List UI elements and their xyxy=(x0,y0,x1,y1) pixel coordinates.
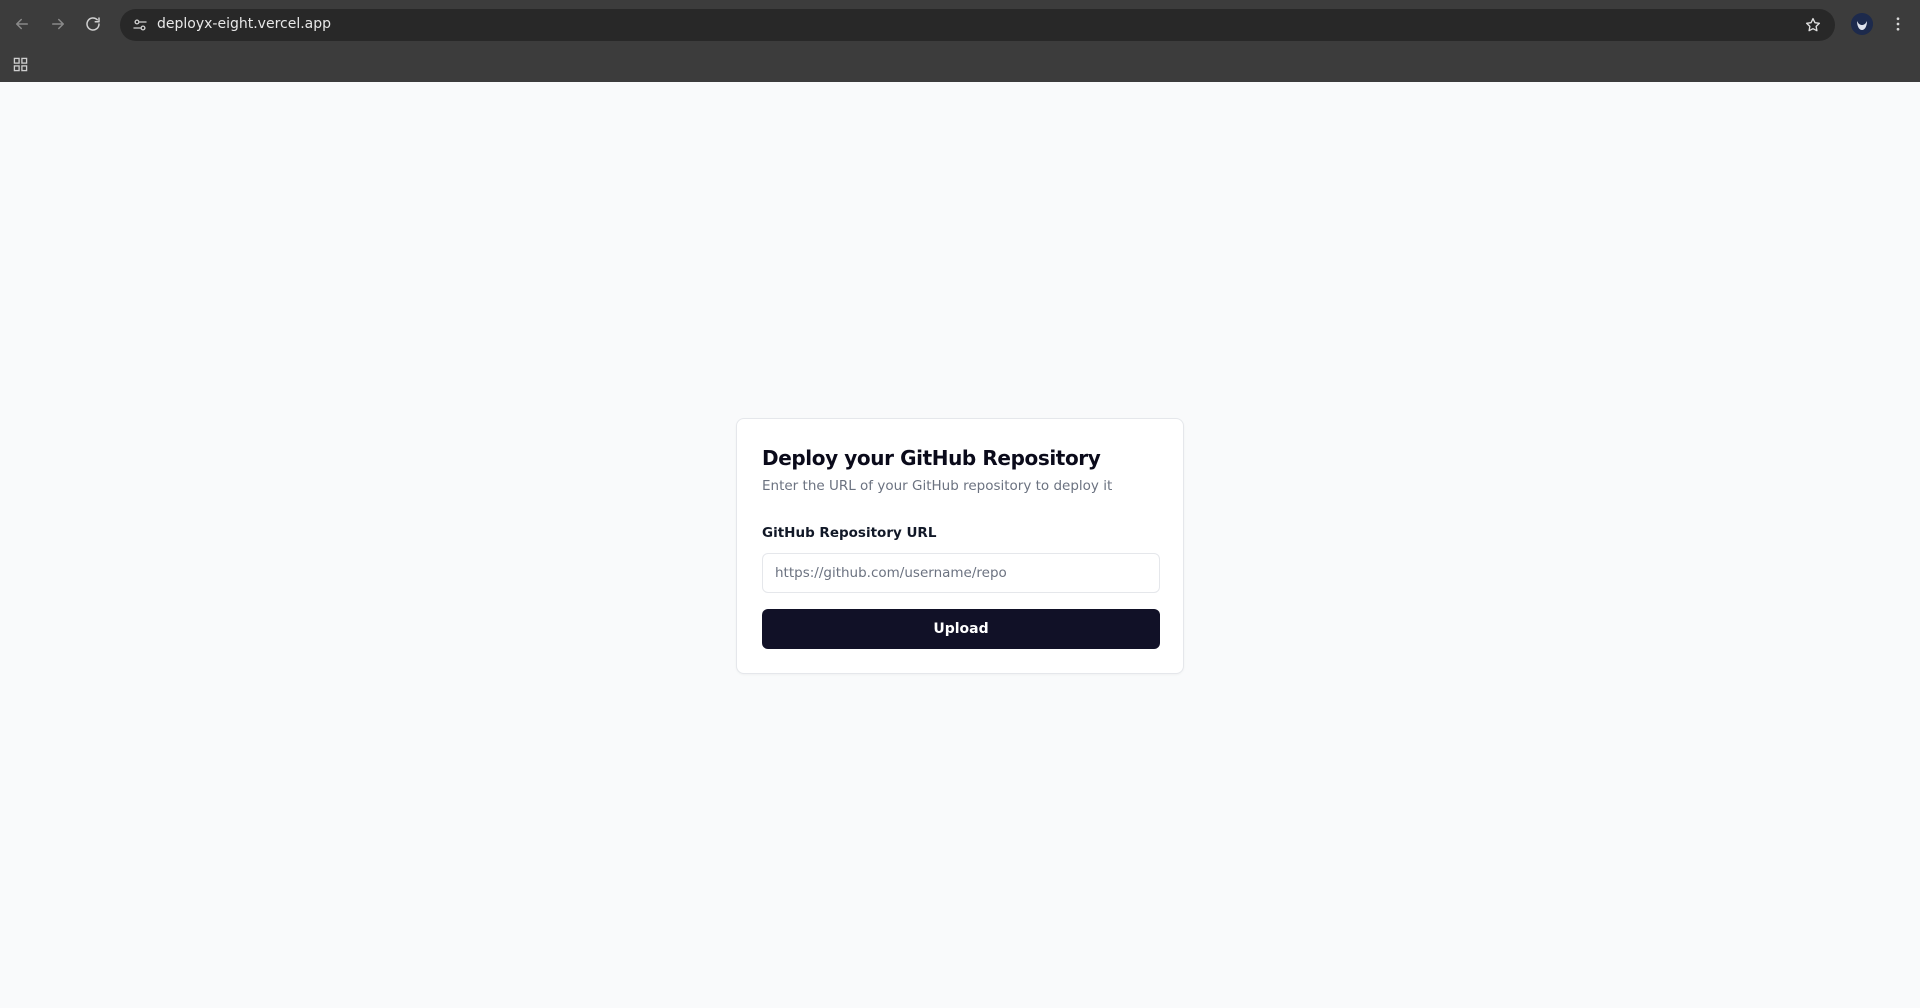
browser-chrome: deployx-eight.vercel.app xyxy=(0,0,1920,82)
forward-button[interactable] xyxy=(44,10,72,38)
browser-toolbar: deployx-eight.vercel.app xyxy=(0,0,1920,48)
apps-grid-icon xyxy=(13,57,27,71)
apps-button[interactable] xyxy=(10,54,30,74)
card-title: Deploy your GitHub Repository xyxy=(762,446,1101,470)
back-button[interactable] xyxy=(8,10,36,38)
upload-button[interactable]: Upload xyxy=(762,609,1160,649)
card-description: Enter the URL of your GitHub repository … xyxy=(762,478,1113,494)
star-icon xyxy=(1805,17,1821,32)
reload-button[interactable] xyxy=(79,10,107,38)
site-info-button[interactable] xyxy=(128,13,152,37)
arrow-right-icon xyxy=(52,18,64,30)
address-bar[interactable]: deployx-eight.vercel.app xyxy=(120,9,1835,41)
repo-url-label: GitHub Repository URL xyxy=(762,525,937,541)
repo-url-input[interactable] xyxy=(762,553,1160,593)
arrow-left-icon xyxy=(16,18,28,30)
avatar-icon xyxy=(1851,13,1873,35)
bookmark-star-button[interactable] xyxy=(1803,15,1823,35)
browser-menu-button[interactable] xyxy=(1888,13,1908,35)
bookmarks-bar xyxy=(0,48,1920,82)
reload-icon xyxy=(86,17,100,31)
profile-avatar[interactable] xyxy=(1851,13,1873,35)
tune-icon xyxy=(133,19,147,31)
deploy-card: Deploy your GitHub Repository Enter the … xyxy=(736,418,1184,674)
kebab-icon xyxy=(1896,17,1900,31)
url-text[interactable]: deployx-eight.vercel.app xyxy=(157,16,331,32)
